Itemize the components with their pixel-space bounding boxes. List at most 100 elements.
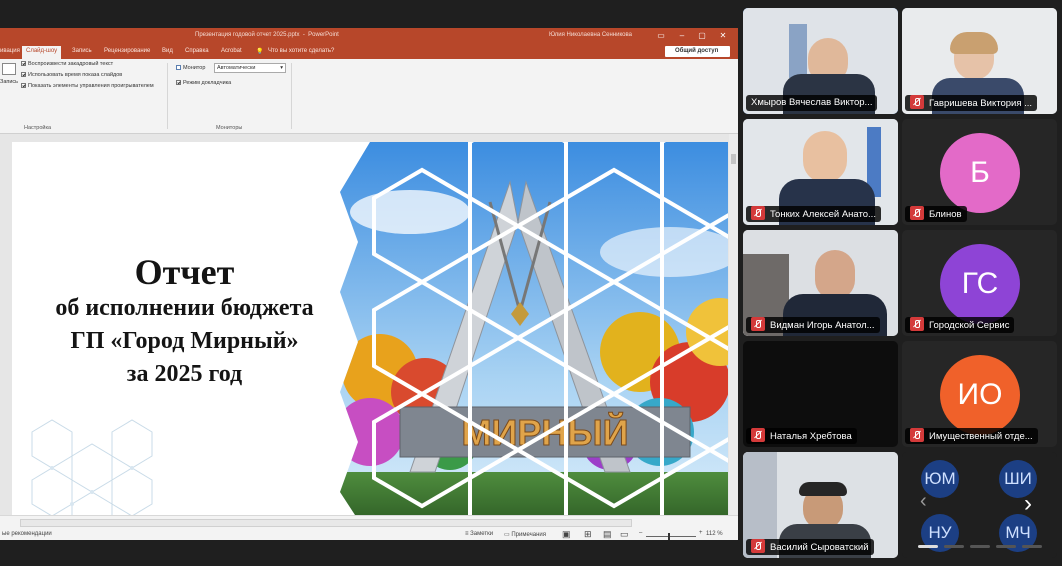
monitor-icon [176,65,181,70]
participant-tile-7[interactable]: Наталья Хребтова [743,341,898,447]
zoom-in-icon[interactable]: + [699,530,703,536]
participant-tile-4[interactable]: Б Блинов [902,119,1057,225]
video-conference-window: Презентация годовой отчет 2025.pptx - Po… [0,0,1062,566]
vertical-scrollbar[interactable] [729,134,738,540]
tab-record[interactable]: Запись [72,48,92,54]
participant-name: Блинов [905,206,967,222]
participant-name: Городской Сервис [905,317,1015,333]
user-name: Юлия Николаевна Сенникова [549,32,632,38]
slide[interactable]: Отчет об исполнении бюджета ГП «Город Ми… [12,142,728,538]
participant-tile-5[interactable]: Видман Игорь Анатол... [743,230,898,336]
page-indicator[interactable] [918,545,1044,548]
participant-name: Василий Сыроватский [746,539,874,555]
participant-name: Гавришева Виктория ... [905,95,1038,111]
slide-subtitle-line-2: ГП «Город Мирный» [70,328,299,354]
ribbon-divider [291,63,292,129]
tell-me-search[interactable]: Что вы хотите сделать? [268,48,334,54]
participant-name: Имущественный отде... [905,428,1038,444]
zoom-slider[interactable] [646,533,696,540]
record-label[interactable]: Запись [0,79,18,85]
avatar: ИО [940,355,1020,435]
monitor-select[interactable]: Автоматически ▾ [214,63,286,73]
person-face [803,131,847,183]
ppt-titlebar: Презентация годовой отчет 2025.pptx - Po… [0,28,738,44]
slide-editor: Отчет об исполнении бюджета ГП «Город Ми… [0,134,738,540]
zoom-level[interactable]: 112 % [706,531,723,537]
ribbon-display-icon[interactable]: ▭ [656,31,666,40]
slide-subtitle-line-1: об исполнении бюджета [55,295,314,321]
ribbon: Запись Воспроизвести закадровый текст Ис… [0,59,738,134]
notes-button[interactable]: ≡ Заметки [465,531,493,537]
comments-button[interactable]: ▭ Примечания [504,531,546,538]
checkbox-presenter-view[interactable]: Режим докладчика [176,80,231,86]
monitor-label: Монитор [176,65,205,71]
tab-acrobat[interactable]: Acrobat [221,48,242,54]
status-bar: ые рекомендации ≡ Заметки ▭ Примечания ▣… [0,515,738,540]
tab-view[interactable]: Вид [162,48,173,54]
mic-muted-icon [751,206,765,220]
page-dot[interactable] [1022,545,1042,548]
group-label-monitors: Мониторы [216,125,243,131]
avatar: Б [940,133,1020,213]
slide-subtitle-line-3: за 2025 год [126,361,243,387]
participant-tile-9[interactable]: Василий Сыроватский [743,452,898,558]
mic-muted-icon [910,428,924,442]
reading-view-icon[interactable]: ▤ [603,529,612,540]
tab-review[interactable]: Рецензирование [104,48,150,54]
minimize-icon[interactable]: – [677,31,687,40]
record-icon[interactable] [2,63,16,75]
share-button[interactable]: Общий доступ [665,46,730,57]
document-title: Презентация годовой отчет 2025.pptx - Po… [195,32,339,38]
tab-help[interactable]: Справка [185,48,209,54]
checkbox-icon [21,72,26,77]
maximize-icon[interactable]: ▢ [697,31,707,40]
chevron-right-icon[interactable]: › [1024,490,1032,518]
page-dot[interactable] [918,545,938,548]
group-label-setup: Настройка [24,125,52,131]
checkbox-icon [176,80,181,85]
slideshow-view-icon[interactable]: ▭ [620,529,629,540]
page-dot[interactable] [970,545,990,548]
participant-tile-3[interactable]: Тонких Алексей Анато... [743,119,898,225]
more-participants-tile[interactable]: ЮМ ШИ НУ МЧ ‹ › [902,452,1057,558]
sorter-view-icon[interactable]: ⊞ [584,529,592,540]
status-accessibility[interactable]: ые рекомендации [2,531,52,537]
flag-background [789,24,807,78]
page-dot[interactable] [944,545,964,548]
participant-tile-8[interactable]: ИО Имущественный отде... [902,341,1057,447]
mic-muted-icon [751,539,765,553]
page-dot[interactable] [996,545,1016,548]
mic-muted-icon [751,317,765,331]
tab-animation[interactable]: ивация [0,48,20,54]
avatar: ГС [940,244,1020,324]
checkbox-narration[interactable]: Воспроизвести закадровый текст [21,61,113,67]
tab-slideshow[interactable]: Слайд-шоу [22,46,62,59]
close-icon[interactable]: ✕ [718,31,728,40]
city-monument-hex-image: МИРНЫЙ [340,142,728,538]
shared-screen: Презентация годовой отчет 2025.pptx - Po… [0,28,738,540]
mic-muted-icon [910,95,924,109]
zoom-out-icon[interactable]: – [639,530,642,536]
chevron-down-icon: ▾ [280,65,283,71]
person-hair [950,32,998,54]
slide-title: Отчет [134,252,235,292]
person-face [815,250,855,300]
checkbox-icon [21,61,26,66]
participant-tile-6[interactable]: ГС Городской Сервис [902,230,1057,336]
mic-muted-icon [751,428,765,442]
normal-view-icon[interactable]: ▣ [562,529,571,540]
zoom-thumb[interactable] [668,533,670,540]
checkbox-timings[interactable]: Использовать время показа слайдов [21,72,122,78]
ribbon-tabs: ивация Слайд-шоу Запись Рецензирование В… [0,44,738,59]
participant-name: Наталья Хребтова [746,428,857,444]
headset-icon [799,482,847,496]
participant-tile-2[interactable]: Гавришева Виктория ... [902,8,1057,114]
scrollbar-thumb[interactable] [731,154,736,164]
horizontal-scrollbar[interactable] [20,519,632,527]
participant-name: Тонких Алексей Анато... [746,206,881,222]
mini-avatar: ЮМ [921,460,959,498]
participant-name: Хмыров Вячеслав Виктор... [746,95,878,111]
checkbox-media-controls[interactable]: Показать элементы управления проигрывате… [21,83,154,89]
participant-tile-1[interactable]: Хмыров Вячеслав Виктор... [743,8,898,114]
chevron-left-icon[interactable]: ‹ [920,490,927,513]
